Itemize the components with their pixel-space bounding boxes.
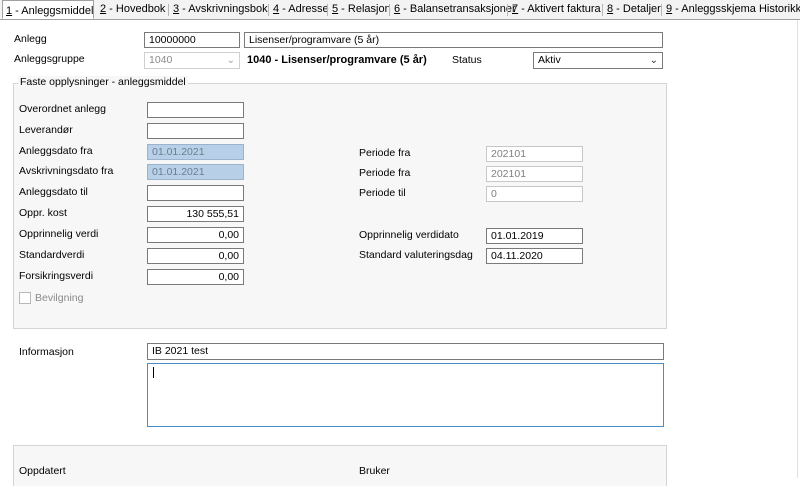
standardverdi-label: Standardverdi [19, 249, 85, 261]
periode-fra-label: Periode fra [359, 147, 411, 159]
status-label: Status [452, 54, 482, 66]
tab-separator [268, 4, 269, 16]
tab-label: - Detaljer [613, 3, 661, 15]
standard-valuteringsdag-input[interactable]: 04.11.2020 [486, 248, 583, 264]
anleggsgruppe-select[interactable]: 1040 ⌄ [144, 52, 240, 69]
tab-label: - Balansetransaksjoner [400, 3, 516, 15]
anleggsdato-til-label: Anleggsdato til [19, 186, 88, 198]
tab-balansetransaksjoner[interactable]: 6 - Balansetransaksjoner [394, 2, 516, 18]
bruker-label: Bruker [359, 465, 390, 477]
forsikringsverdi-label: Forsikringsverdi [19, 270, 94, 282]
faste-opplysninger-legend: Faste opplysninger - anleggsmiddel [18, 76, 188, 88]
standard-valuteringsdag-label: Standard valuteringsdag [359, 249, 473, 261]
chevron-down-icon: ⌄ [649, 55, 658, 66]
periode-fra-input[interactable]: 202101 [486, 146, 583, 162]
tab-aktivert-faktura[interactable]: 7 - Aktivert faktura [512, 2, 601, 18]
periode-fra-2-input[interactable]: 202101 [486, 166, 583, 182]
status-value: Aktiv [538, 54, 561, 66]
tab-label: - Avskrivningsbok [179, 3, 268, 15]
anlegg-input[interactable]: 10000000 [144, 32, 240, 48]
opprinnelig-verdi-input[interactable]: 0,00 [147, 227, 244, 243]
informasjon-label: Informasjon [19, 346, 74, 358]
opprinnelig-verdi-label: Opprinnelig verdi [19, 228, 99, 240]
anleggsgruppe-value: 1040 [149, 54, 173, 66]
tab-adresse[interactable]: 4 - Adresse [273, 2, 329, 18]
oppdatert-label: Oppdatert [19, 465, 66, 477]
anlegg-description-input[interactable]: Lisenser/programvare (5 år) [244, 32, 663, 48]
tab-avskrivningsbok[interactable]: 3 - Avskrivningsbok [173, 2, 268, 18]
tab-relasjon[interactable]: 5 - Relasjon [332, 2, 391, 18]
tab-separator [168, 4, 169, 16]
forsikringsverdi-input[interactable]: 0,00 [147, 269, 244, 285]
tab-label: - Anleggsskjema Historikk [672, 3, 800, 15]
informasjon-input[interactable]: IB 2021 test [147, 343, 664, 360]
oppr-kost-input[interactable]: 130 555,51 [147, 206, 244, 222]
anleggsdato-til-input[interactable] [147, 185, 244, 201]
tab-label: - Anleggsmiddel [12, 5, 94, 17]
leverandor-input[interactable] [147, 123, 244, 139]
anlegg-label: Anlegg [14, 33, 47, 45]
tab-anleggsskjema-historikk[interactable]: 9 - Anleggsskjema Historikk [666, 2, 800, 18]
tab-label: - Aktivert faktura [518, 3, 601, 15]
text-cursor [153, 367, 154, 378]
bevilgning-checkbox[interactable] [19, 292, 31, 304]
overordnet-anlegg-label: Overordnet anlegg [19, 103, 106, 115]
anleggsgruppe-label: Anleggsgruppe [14, 53, 85, 65]
tab-detaljer[interactable]: 8 - Detaljer [607, 2, 661, 18]
tab-label: - Adresse [279, 3, 329, 15]
tab-hovedbok[interactable]: 2 - Hovedbok [100, 2, 165, 18]
leverandor-label: Leverandør [19, 124, 73, 136]
right-border [797, 20, 798, 478]
informasjon-notes-textarea[interactable] [147, 363, 664, 427]
tab-anleggsmiddel[interactable]: 1 - Anleggsmiddel [2, 0, 94, 19]
anleggsgruppe-description: 1040 - Lisenser/programvare (5 år) [247, 54, 427, 66]
anleggsdato-fra-label: Anleggsdato fra [19, 145, 93, 157]
avskrivningsdato-fra-input[interactable]: 01.01.2021 [147, 164, 244, 180]
overordnet-anlegg-input[interactable] [147, 102, 244, 118]
tab-label: - Relasjon [338, 3, 391, 15]
tab-label: - Hovedbok [106, 3, 166, 15]
opprinnelig-verdidato-input[interactable]: 01.01.2019 [486, 228, 583, 244]
periode-til-label: Periode til [359, 187, 406, 199]
standardverdi-input[interactable]: 0,00 [147, 248, 244, 264]
anleggsdato-fra-input[interactable]: 01.01.2021 [147, 144, 244, 160]
oppr-kost-label: Oppr. kost [19, 207, 67, 219]
periode-fra-2-label: Periode fra [359, 167, 411, 179]
tab-separator [507, 4, 508, 16]
opprinnelig-verdidato-label: Opprinnelig verdidato [359, 229, 459, 241]
periode-til-input[interactable]: 0 [486, 186, 583, 202]
chevron-down-icon: ⌄ [226, 55, 235, 66]
faste-opplysninger-panel [13, 83, 667, 329]
status-select[interactable]: Aktiv ⌄ [533, 52, 663, 69]
bevilgning-label: Bevilgning [35, 292, 84, 304]
tab-separator [389, 4, 390, 16]
tab-separator [661, 4, 662, 16]
tab-bar: 1 - Anleggsmiddel 2 - Hovedbok 3 - Avskr… [0, 0, 800, 20]
avskrivningsdato-fra-label: Avskrivningsdato fra [19, 165, 114, 177]
oppdatert-panel [13, 445, 667, 486]
tab-separator [327, 4, 328, 16]
tab-separator [602, 4, 603, 16]
